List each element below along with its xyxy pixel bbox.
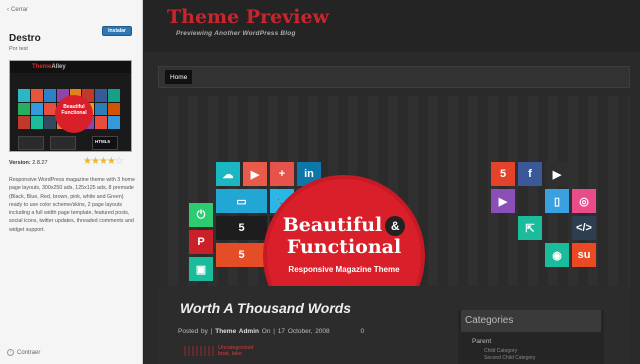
mobile-icon: ▯ (545, 189, 569, 213)
plus-icon: + (270, 162, 294, 186)
site-header: Theme Preview Previewing Another WordPre… (144, 0, 640, 52)
star-icon: ★ (90, 156, 100, 167)
thumbnail-circle: Beautiful Functional (55, 95, 93, 133)
main-navigation: Home (158, 66, 630, 88)
laptop-icon: ▭ (216, 189, 267, 213)
category-children[interactable]: Child Category Second Child Category (484, 348, 535, 362)
hero-subtitle: Responsive Magazine Theme (288, 265, 400, 274)
collapse-button[interactable]: ‹ Contraer (7, 349, 40, 356)
close-label: Cerrar (11, 7, 29, 13)
widget-title: Categories (461, 310, 601, 332)
stumbleupon-icon: su (572, 243, 596, 267)
cloud-download-icon: ☁ (216, 162, 240, 186)
theme-description: Responsive WordPress magazine theme with… (9, 177, 135, 233)
theme-author: Por test (9, 46, 28, 52)
power-icon: ⏻ (189, 203, 213, 227)
share-icon: ⇱ (518, 216, 542, 240)
image-icon: ▣ (189, 257, 213, 281)
close-link[interactable]: ‹ Cerrar (7, 7, 28, 13)
theme-preview-frame: Theme Preview Previewing Another WordPre… (144, 0, 640, 364)
html5-icon: 5 (491, 162, 515, 186)
theme-name: Destro (9, 33, 41, 44)
collapse-arrow-icon: ‹ (7, 349, 14, 356)
thumbnail-box (18, 136, 44, 150)
chevron-left-icon: ‹ (7, 7, 9, 13)
ampersand-badge: & (385, 216, 406, 236)
theme-screenshot: ThemeAlley Beautiful Functional HTML5 (9, 60, 132, 152)
hero-title: Beautiful & Functional (267, 214, 421, 258)
post-date: 17 October, 2008 (277, 328, 330, 335)
post-author[interactable]: Theme Admin (215, 328, 259, 335)
star-empty-icon: ☆ (114, 156, 124, 167)
featured-slider[interactable]: ☁ ▶ + in 5 f ▶ ▭ 🐦 ▶ ▯ ◎ ⏻ 5 ⇱ </> P ▭ ▣… (158, 96, 630, 333)
rating-stars: ★★★★☆ (83, 156, 124, 167)
version-value: 2.8.27 (32, 160, 48, 166)
thumbnail-box: HTML5 (92, 136, 118, 150)
play-icon: ▶ (545, 162, 569, 186)
version-row: Version: 2.8.27 (9, 160, 48, 166)
customizer-sidebar: ‹ Cerrar Instalar Destro Por test ThemeA… (0, 0, 143, 364)
dribbble-icon: ◎ (572, 189, 596, 213)
post-thumbnail (184, 346, 214, 356)
star-icon: ★ (106, 156, 116, 167)
post-card: Worth A Thousand Words Posted by | Theme… (158, 286, 630, 364)
html5-icon: 5 (216, 216, 267, 240)
category-parent[interactable]: Parent (472, 338, 491, 345)
post-title[interactable]: Worth A Thousand Words (180, 300, 351, 316)
star-icon: ★ (83, 156, 92, 167)
camera-icon: ◉ (545, 243, 569, 267)
post-meta: Posted by | Theme Admin On | 17 October,… (178, 328, 365, 335)
facebook-icon: f (518, 162, 542, 186)
site-tagline: Previewing Another WordPress Blog (176, 30, 296, 37)
html5-icon: 5 (216, 243, 267, 267)
collapse-label: Contraer (17, 349, 41, 356)
thumbnail-header: ThemeAlley (10, 61, 131, 73)
video-camera-icon: ▶ (491, 189, 515, 213)
thumbnail-box (50, 136, 76, 150)
thumbnail-logo: ThemeAlley (32, 64, 66, 70)
nav-item-home[interactable]: Home (165, 70, 193, 84)
categories-widget: Categories Parent Child Category Second … (458, 310, 604, 364)
video-icon: ▶ (243, 162, 267, 186)
code-icon: </> (572, 216, 596, 240)
comment-count[interactable]: 0 (360, 328, 364, 335)
star-icon: ★ (98, 156, 108, 167)
pinterest-icon: P (189, 230, 213, 254)
install-button[interactable]: Instalar (102, 26, 132, 36)
post-categories[interactable]: Uncategorized boat, lake (218, 345, 253, 357)
version-label: Version: (9, 160, 31, 166)
site-title[interactable]: Theme Preview (167, 6, 329, 28)
